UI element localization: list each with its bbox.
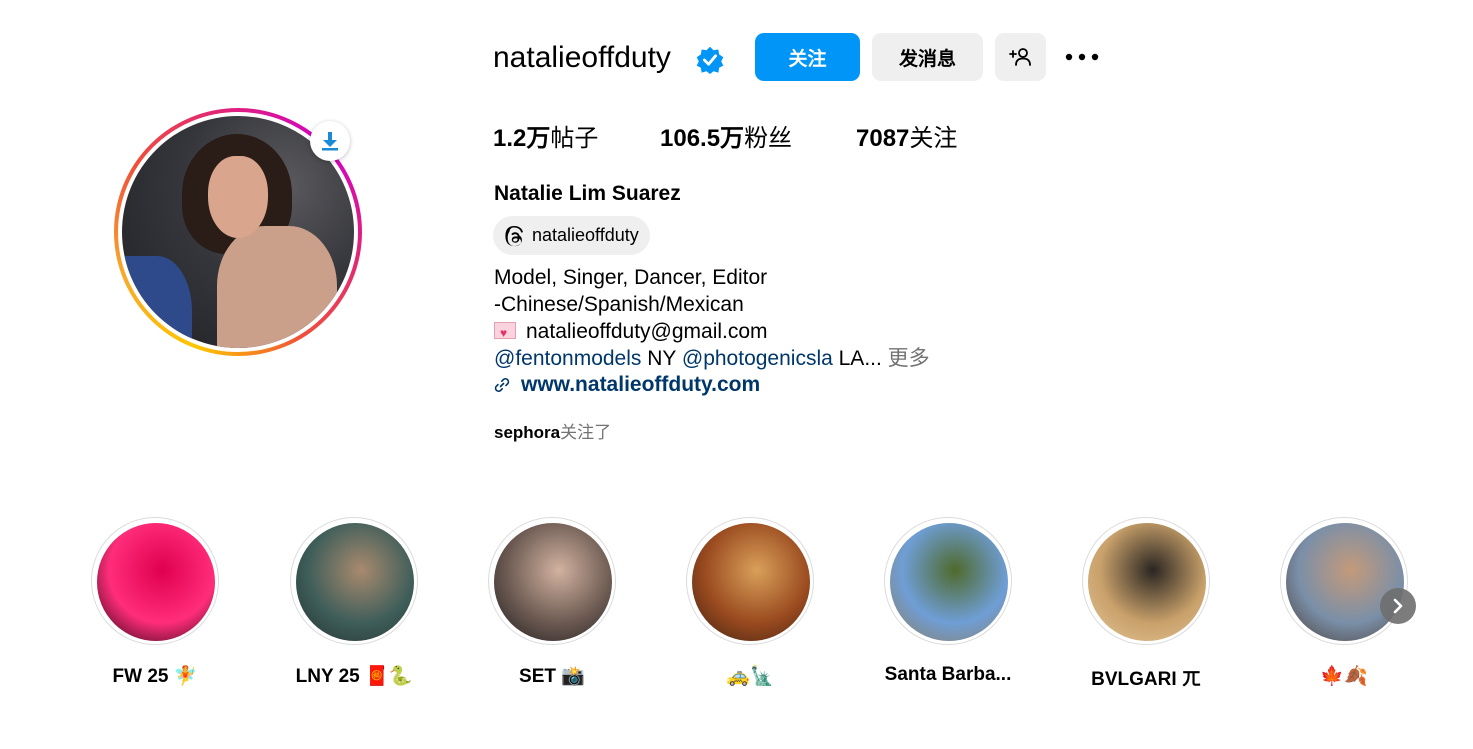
highlight-label: FW 25 🧚 [112, 666, 198, 687]
followers-stat[interactable]: 106.5万粉丝 [660, 123, 792, 155]
more-horizontal-icon [1065, 53, 1099, 61]
profile-bio: Model, Singer, Dancer, Editor -Chinese/S… [494, 264, 930, 372]
bio-email-line: natalieoffduty@gmail.com [494, 318, 930, 347]
website-row[interactable]: www.natalieoffduty.com [493, 373, 760, 397]
highlight-cover [1286, 523, 1404, 641]
threads-handle: natalieoffduty [532, 225, 639, 245]
highlights-next-button[interactable] [1380, 588, 1416, 624]
highlight-cover [494, 523, 612, 641]
highlight-label: SET 📸 [519, 666, 585, 687]
highlight-ring [884, 517, 1012, 645]
add-user-icon [1008, 48, 1031, 66]
bio-more-button[interactable]: 更多 [888, 347, 930, 370]
bio-mentions-line: @fentonmodels NY @photogenicsla LA... 更多 [494, 345, 930, 372]
followed-by-suffix: 关注了 [560, 423, 612, 442]
highlight-cover [890, 523, 1008, 641]
bio-mention2-suffix: LA... [832, 347, 882, 370]
bio-mention1-suffix: NY [641, 347, 682, 370]
following-stat[interactable]: 7087关注 [856, 123, 957, 155]
mention-fentonmodels[interactable]: @fentonmodels [494, 347, 641, 370]
followers-count: 106.5万 [660, 125, 745, 152]
highlight-cover [296, 523, 414, 641]
love-letter-icon [494, 320, 516, 347]
highlight-label: BVLGARI ㄫ [1091, 669, 1201, 690]
highlight-cover [97, 523, 215, 641]
add-user-button[interactable] [995, 33, 1046, 81]
highlight-label: 🍁🍂 [1320, 666, 1368, 687]
following-label: 关注 [909, 125, 958, 152]
bio-line-1: Model, Singer, Dancer, Editor [494, 266, 768, 289]
highlight-ring [686, 517, 814, 645]
download-arrow-icon [322, 132, 338, 151]
chevron-right-icon [1393, 598, 1403, 614]
mention-photogenicsla[interactable]: @photogenicsla [682, 347, 833, 370]
threads-link[interactable]: natalieoffduty [493, 216, 650, 255]
more-options-button[interactable] [1058, 33, 1106, 81]
highlight-ring [290, 517, 418, 645]
message-button[interactable]: 发消息 [872, 33, 983, 81]
followers-label: 粉丝 [744, 125, 793, 152]
highlight-cover [1088, 523, 1206, 641]
bio-email: natalieoffduty@gmail.com [526, 320, 768, 343]
website-link[interactable]: www.natalieoffduty.com [521, 373, 760, 397]
avatar-photo-shoulder [217, 226, 337, 348]
highlight-ring [1280, 517, 1408, 645]
posts-label: 帖子 [550, 125, 599, 152]
avatar-photo-background [122, 256, 192, 348]
highlight-cover [692, 523, 810, 641]
avatar-photo-face [208, 156, 268, 238]
highlight-label: 🚕🗽 [726, 666, 774, 687]
verified-badge-icon [696, 46, 724, 74]
profile-full-name: Natalie Lim Suarez [494, 182, 681, 205]
highlight-label: Santa Barba... [884, 664, 1012, 685]
highlight-ring [488, 517, 616, 645]
link-icon [494, 378, 510, 392]
bio-line-2: -Chinese/Spanish/Mexican [494, 293, 744, 316]
posts-stat: 1.2万帖子 [493, 123, 598, 155]
posts-count: 1.2万 [493, 125, 551, 152]
following-count: 7087 [856, 125, 910, 152]
followed-by-user: sephora [494, 423, 561, 442]
highlight-label: LNY 25 🧧🐍 [295, 666, 413, 687]
threads-icon [505, 225, 523, 246]
highlight-ring [1082, 517, 1210, 645]
followed-by[interactable]: sephora关注了 [494, 422, 611, 444]
profile-username: natalieoffduty [493, 41, 671, 74]
highlight-ring [91, 517, 219, 645]
download-icon[interactable] [310, 121, 350, 161]
follow-button[interactable]: 关注 [755, 33, 860, 81]
